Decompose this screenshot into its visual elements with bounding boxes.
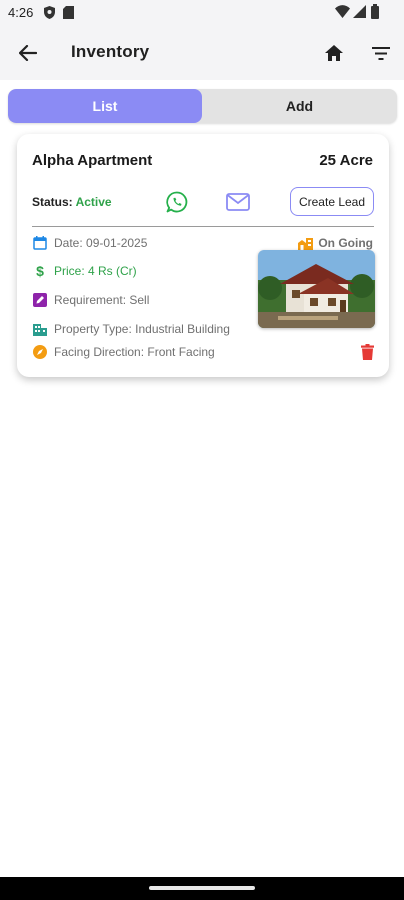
signal-icon <box>353 5 366 23</box>
requirement-row: Requirement: Sell <box>32 292 149 308</box>
divider <box>32 226 374 227</box>
status-time: 4:26 <box>8 5 34 20</box>
status-value: Active <box>75 195 112 209</box>
home-icon[interactable] <box>320 39 348 67</box>
apartment-icon <box>32 321 48 337</box>
facing-row: Facing Direction: Front Facing <box>32 344 215 360</box>
price-row: $ Price: 4 Rs (Cr) <box>32 263 137 279</box>
status-row: Status: Active <box>32 195 112 209</box>
battery-icon <box>371 4 379 24</box>
date-row: Date: 09-01-2025 <box>32 235 147 251</box>
requirement-text: Requirement: Sell <box>54 293 150 307</box>
status-label: Status: <box>32 195 73 209</box>
calendar-icon <box>32 235 48 251</box>
shield-icon <box>44 6 55 24</box>
building-icon <box>298 237 314 250</box>
date-text: Date: 09-01-2025 <box>54 236 148 250</box>
email-icon[interactable] <box>225 190 251 214</box>
status-bar: 4:26 <box>0 0 404 26</box>
progress-status: On Going <box>298 236 373 250</box>
property-photo[interactable] <box>258 250 375 328</box>
sd-card-icon <box>63 6 74 24</box>
inventory-card[interactable]: Alpha Apartment 25 Acre Status: Active C… <box>17 134 389 377</box>
segment-tabs: List Add <box>8 89 397 123</box>
whatsapp-icon[interactable] <box>165 190 189 214</box>
arrow-left-icon[interactable] <box>14 39 42 67</box>
property-type-row: Property Type: Industrial Building <box>32 321 230 337</box>
delete-icon[interactable] <box>358 343 376 361</box>
tab-add[interactable]: Add <box>202 89 397 123</box>
property-type-text: Property Type: Industrial Building <box>54 322 230 336</box>
create-lead-button[interactable]: Create Lead <box>290 187 374 216</box>
progress-label: On Going <box>318 236 373 250</box>
property-area: 25 Acre <box>319 152 373 169</box>
edit-icon <box>32 292 48 308</box>
facing-text: Facing Direction: Front Facing <box>54 345 215 359</box>
price-text: Price: 4 Rs (Cr) <box>54 264 137 278</box>
home-gesture-handle[interactable] <box>149 886 255 890</box>
filter-icon[interactable] <box>367 39 395 67</box>
property-name: Alpha Apartment <box>32 152 153 169</box>
wifi-icon <box>335 5 350 23</box>
tab-list[interactable]: List <box>8 89 202 123</box>
compass-icon <box>32 344 48 360</box>
app-bar: Inventory <box>0 26 404 80</box>
page-title: Inventory <box>71 42 150 61</box>
dollar-icon: $ <box>36 263 44 279</box>
gesture-nav-bar <box>0 877 404 900</box>
